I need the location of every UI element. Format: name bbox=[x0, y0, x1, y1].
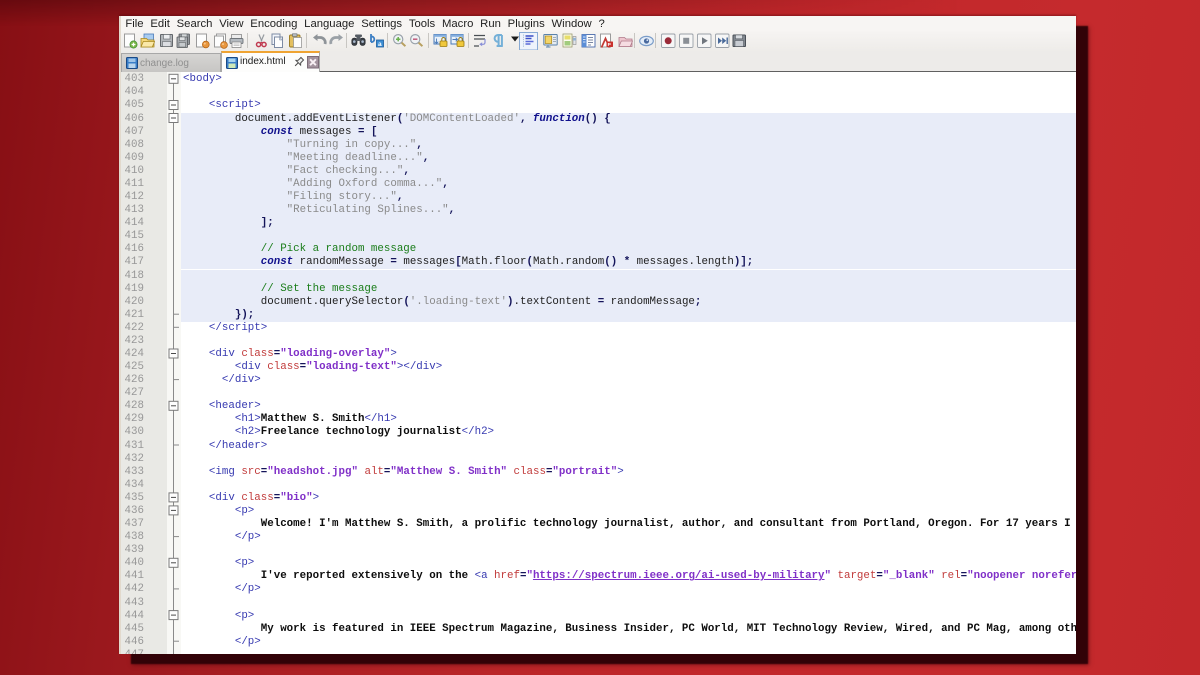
svg-text:a: a bbox=[378, 41, 382, 48]
